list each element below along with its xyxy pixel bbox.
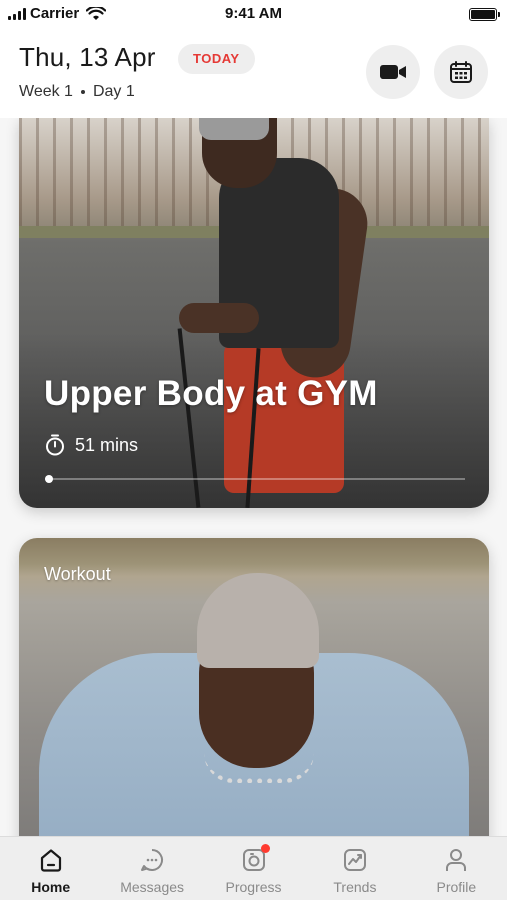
tab-trends[interactable]: Trends (304, 837, 405, 900)
header: Thu, 13 Apr TODAY Week 1 Day 1 (0, 28, 507, 118)
tab-label-profile: Profile (436, 879, 477, 895)
day-label: Day 1 (92, 83, 135, 100)
video-camera-icon (380, 65, 406, 79)
progress-knob (45, 475, 53, 483)
tab-profile[interactable]: Profile (406, 837, 507, 900)
video-button[interactable] (366, 45, 420, 99)
card-label: Workout (44, 564, 111, 584)
card-duration: 51 mins (45, 434, 138, 456)
tab-label-trends: Trends (333, 879, 377, 895)
chat-icon (139, 847, 165, 873)
workout-card-upper-body[interactable]: Upper Body at GYM 51 mins (19, 118, 489, 508)
workout-card-2[interactable]: Workout (19, 538, 489, 858)
tab-bar: Home Messages Progress Trends Profile (0, 836, 507, 900)
stopwatch-icon (46, 434, 64, 456)
app-screen: Carrier 9:41 AM Thu, 13 Apr TODAY Week 1… (0, 0, 507, 900)
date-title: Thu, 13 Apr (19, 42, 156, 72)
status-time: 9:41 AM (225, 5, 282, 22)
tab-label-progress: Progress (225, 879, 282, 895)
tab-progress[interactable]: Progress (203, 837, 304, 900)
tab-home[interactable]: Home (0, 837, 101, 900)
tab-messages[interactable]: Messages (101, 837, 202, 900)
duration-label: 51 mins (75, 434, 139, 455)
notification-dot (260, 844, 270, 853)
week-label: Week 1 (19, 83, 73, 100)
home-icon (38, 847, 64, 873)
trend-chart-icon (342, 847, 368, 873)
tab-label-messages: Messages (120, 879, 185, 895)
workout-photo (19, 538, 489, 858)
workout-progress-bar (45, 475, 465, 483)
status-bar: Carrier 9:41 AM (0, 0, 507, 28)
battery-icon (469, 8, 500, 21)
calendar-icon (450, 61, 472, 83)
today-badge[interactable]: TODAY (178, 44, 255, 74)
calendar-button[interactable] (434, 45, 488, 99)
person-icon (443, 847, 469, 873)
week-day-line: Week 1 Day 1 (19, 83, 135, 101)
separator-dot (80, 90, 85, 94)
card-title: Upper Body at GYM (44, 374, 378, 413)
camera-icon (241, 844, 270, 873)
tab-label-home: Home (31, 879, 71, 895)
